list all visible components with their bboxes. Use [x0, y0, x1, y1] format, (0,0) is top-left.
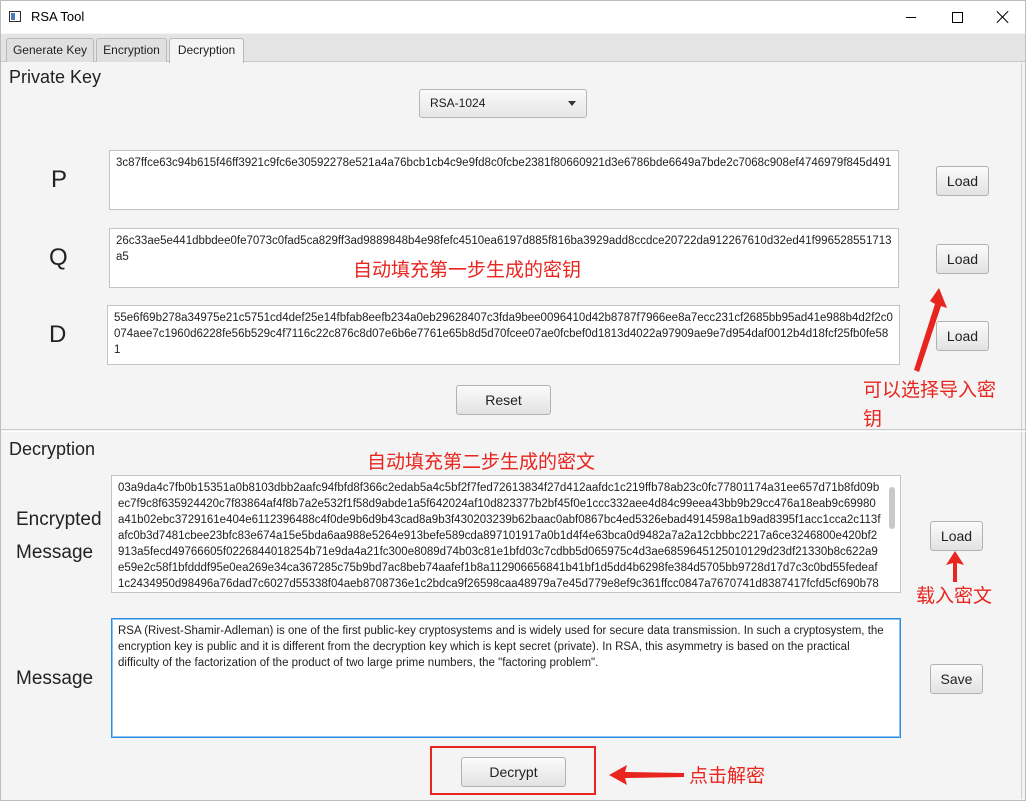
annotation-click-decrypt: 点击解密	[689, 766, 766, 787]
annotation-auto-fill-key: 自动填充第一步生成的密钥	[353, 260, 582, 281]
message-field[interactable]: RSA (Rivest-Shamir-Adleman) is one of th…	[111, 618, 901, 738]
window-title: RSA Tool	[31, 9, 85, 24]
minimize-button[interactable]	[888, 1, 934, 33]
load-q-button[interactable]: Load	[936, 244, 989, 274]
annotation-import-key-line1: 可以选择导入密	[863, 380, 997, 401]
d-label: D	[49, 321, 67, 348]
arrow-load-cipher-icon	[946, 551, 964, 582]
key-size-value: RSA-1024	[430, 96, 486, 110]
private-key-title: Private Key	[9, 67, 102, 87]
annotation-import-key: 可以选择导入密 钥	[863, 376, 996, 434]
decrypt-highlight-box	[430, 746, 596, 795]
p-label: P	[51, 166, 68, 193]
title-bar: RSA Tool	[1, 1, 1025, 33]
decryption-title: Decryption	[9, 439, 96, 459]
chevron-down-icon	[568, 101, 576, 106]
app-icon	[9, 11, 21, 22]
encrypted-message-scrollbar[interactable]	[887, 481, 897, 591]
reset-button[interactable]: Reset	[456, 385, 551, 415]
save-button[interactable]: Save	[930, 664, 983, 694]
d-field[interactable]: 55e6f69b278a34975e21c5751cd4def25e14fbfa…	[107, 305, 900, 365]
minimize-icon	[906, 16, 916, 18]
maximize-button[interactable]	[934, 1, 980, 33]
annotation-load-cipher: 载入密文	[916, 586, 993, 607]
key-size-select[interactable]: RSA-1024	[419, 89, 587, 118]
scrollbar-thumb[interactable]	[889, 487, 895, 529]
tab-encryption[interactable]: Encryption	[96, 38, 167, 62]
annotation-auto-fill-cipher: 自动填充第二步生成的密文	[367, 452, 596, 473]
annotation-import-key-line2: 钥	[863, 409, 883, 430]
tab-decryption[interactable]: Decryption	[169, 38, 244, 63]
tab-generate-key[interactable]: Generate Key	[6, 38, 94, 62]
q-label: Q	[49, 244, 68, 271]
encrypted-message-label: Encrypted Message	[16, 503, 102, 569]
maximize-icon	[951, 11, 963, 23]
load-encrypted-button[interactable]: Load	[930, 521, 983, 551]
p-field[interactable]: 3c87ffce63c94b615f46ff3921c9fc6e30592278…	[109, 150, 899, 210]
encrypted-label-line2: Message	[16, 542, 94, 563]
close-button[interactable]	[980, 1, 1026, 33]
close-icon	[997, 11, 1009, 23]
tab-bar: Generate Key Encryption Decryption	[1, 34, 1025, 63]
message-label: Message	[16, 668, 94, 689]
arrow-click-decrypt-icon	[609, 765, 684, 785]
encrypted-label-line1: Encrypted	[16, 509, 102, 530]
rsa-tool-window: RSA Tool Generate Key Encryption Decrypt…	[0, 0, 1026, 801]
load-p-button[interactable]: Load	[936, 166, 989, 196]
arrow-import-key-icon	[914, 288, 947, 372]
encrypted-message-field[interactable]: 03a9da4c7fb0b15351a0b8103dbb2aafc94fbfd8…	[111, 475, 901, 593]
